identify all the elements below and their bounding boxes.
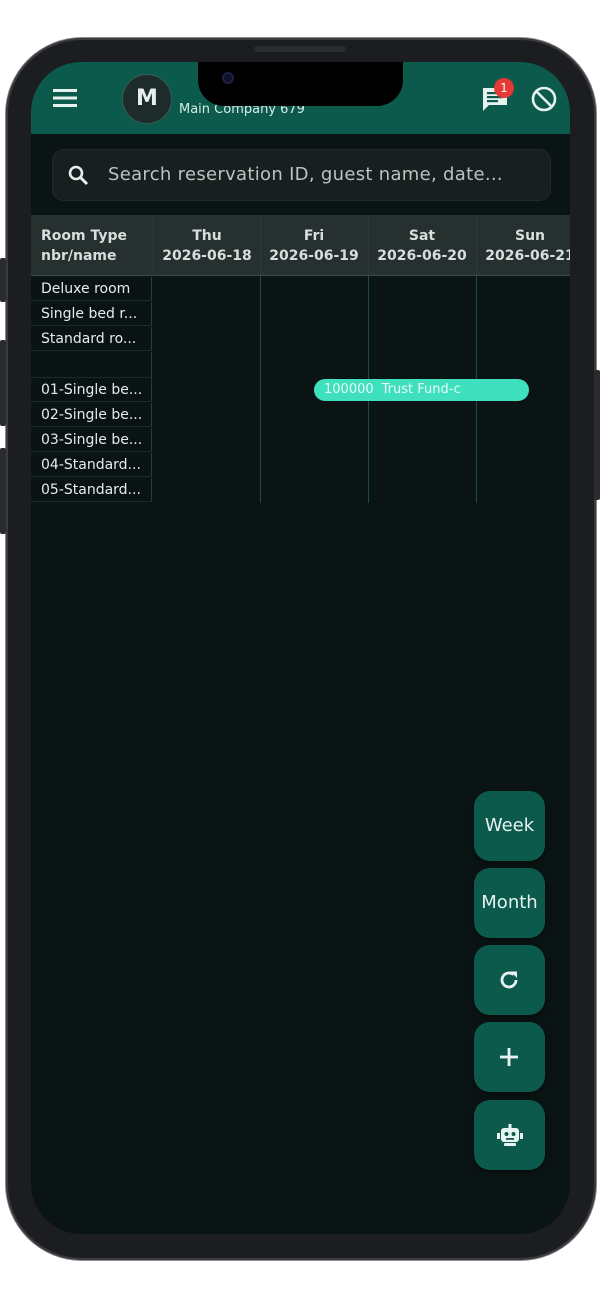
day-date: 2026-06-18: [162, 248, 252, 264]
day-date: 2026-06-19: [269, 248, 359, 264]
notch: [198, 62, 403, 106]
search-icon: [68, 165, 89, 186]
room-row-label[interactable]: 02-Single be...: [31, 403, 152, 427]
power-button: [594, 370, 600, 500]
room-type-header-line2: nbr/name: [41, 248, 117, 264]
room-row-label[interactable]: 01-Single be...: [31, 378, 152, 402]
week-view-button[interactable]: Week: [474, 791, 545, 861]
room-type-header: Room Type nbr/name: [31, 215, 153, 275]
volume-down-button: [0, 448, 6, 534]
day-date: 2026-06-21: [485, 248, 570, 264]
assistant-button[interactable]: [474, 1100, 545, 1170]
silent-switch: [0, 258, 6, 302]
reservation-id: 100000: [324, 382, 374, 397]
day-name: Thu: [192, 228, 222, 244]
room-row-label[interactable]: Deluxe room: [31, 277, 152, 301]
robot-icon: [497, 1124, 523, 1146]
hamburger-menu-icon[interactable]: [53, 88, 77, 108]
front-camera: [222, 72, 234, 84]
day-header-fri[interactable]: Fri 2026-06-19: [260, 215, 368, 275]
room-row-label[interactable]: 03-Single be...: [31, 428, 152, 452]
room-row-label[interactable]: 04-Standard...: [31, 453, 152, 477]
add-button[interactable]: [474, 1022, 545, 1092]
search-input[interactable]: Search reservation ID, guest name, date.…: [108, 164, 503, 185]
avatar[interactable]: M: [122, 74, 172, 124]
app-screen: M Main Company 679 1 Search reservation …: [31, 62, 570, 1234]
room-type-header-line1: Room Type: [41, 228, 128, 244]
day-date: 2026-06-20: [377, 248, 467, 264]
day-name: Sun: [514, 228, 546, 244]
search-bar[interactable]: Search reservation ID, guest name, date.…: [52, 149, 551, 201]
day-name: Fri: [303, 228, 325, 244]
volume-up-button: [0, 340, 6, 426]
room-row-label[interactable]: Single bed r...: [31, 302, 152, 326]
speaker-grille: [254, 46, 346, 52]
day-name: Sat: [408, 228, 436, 244]
room-row-label: [31, 352, 152, 378]
reservation-bar[interactable]: 100000 Trust Fund-c: [314, 379, 529, 401]
day-header-sat[interactable]: Sat 2026-06-20: [368, 215, 476, 275]
month-view-button[interactable]: Month: [474, 868, 545, 938]
day-divider: [260, 276, 261, 503]
refresh-button[interactable]: [474, 945, 545, 1015]
reservation-guest: Trust Fund-c: [381, 382, 461, 397]
reservation-grid: Room Type nbr/name Thu 2026-06-18 Fri 20…: [31, 215, 570, 505]
room-row-label[interactable]: Standard ro...: [31, 327, 152, 351]
notification-badge: 1: [494, 78, 514, 98]
block-icon[interactable]: [531, 86, 557, 112]
day-header-thu[interactable]: Thu 2026-06-18: [153, 215, 261, 275]
day-header-sun[interactable]: Sun 2026-06-21: [476, 215, 570, 275]
room-row-label[interactable]: 05-Standard...: [31, 478, 152, 502]
grid-header: Room Type nbr/name Thu 2026-06-18 Fri 20…: [31, 215, 570, 276]
refresh-icon: [500, 971, 518, 989]
add-icon: [500, 1048, 518, 1066]
